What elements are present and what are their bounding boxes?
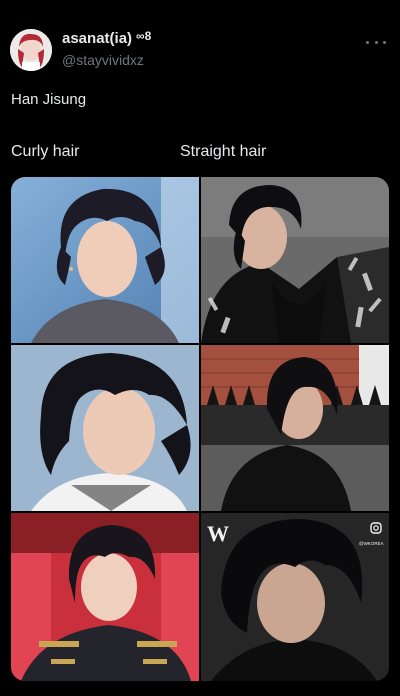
label-curly-hair: Curly hair <box>11 143 80 160</box>
display-name[interactable]: asanat(ia) ∞8 <box>62 29 152 47</box>
photo-curly-1[interactable] <box>11 177 199 343</box>
avatar[interactable] <box>10 29 52 71</box>
user-handle[interactable]: @stayvividxz <box>62 52 144 68</box>
brand-tag: @WKOREA <box>359 541 384 546</box>
tweet-header: asanat(ia) ∞8 @stayvividxz <box>10 26 390 74</box>
photo-curly-3[interactable] <box>11 513 199 681</box>
photo-grid: W @WKOREA <box>11 177 389 681</box>
display-name-text: asanat(ia) <box>62 30 133 47</box>
display-name-badge: ∞8 <box>136 29 152 43</box>
photo-curly-2[interactable] <box>11 345 199 511</box>
magazine-logo: W <box>207 521 229 546</box>
tweet-text: Han Jisung <box>11 91 87 108</box>
photo-straight-3[interactable]: W @WKOREA <box>201 513 389 681</box>
photo-straight-1[interactable] <box>201 177 389 343</box>
photo-straight-2[interactable] <box>201 345 389 511</box>
more-options-icon[interactable] <box>366 36 386 48</box>
label-straight-hair: Straight hair <box>180 143 267 160</box>
tweet: asanat(ia) ∞8 @stayvividxz Han Jisung Cur… <box>0 0 400 696</box>
